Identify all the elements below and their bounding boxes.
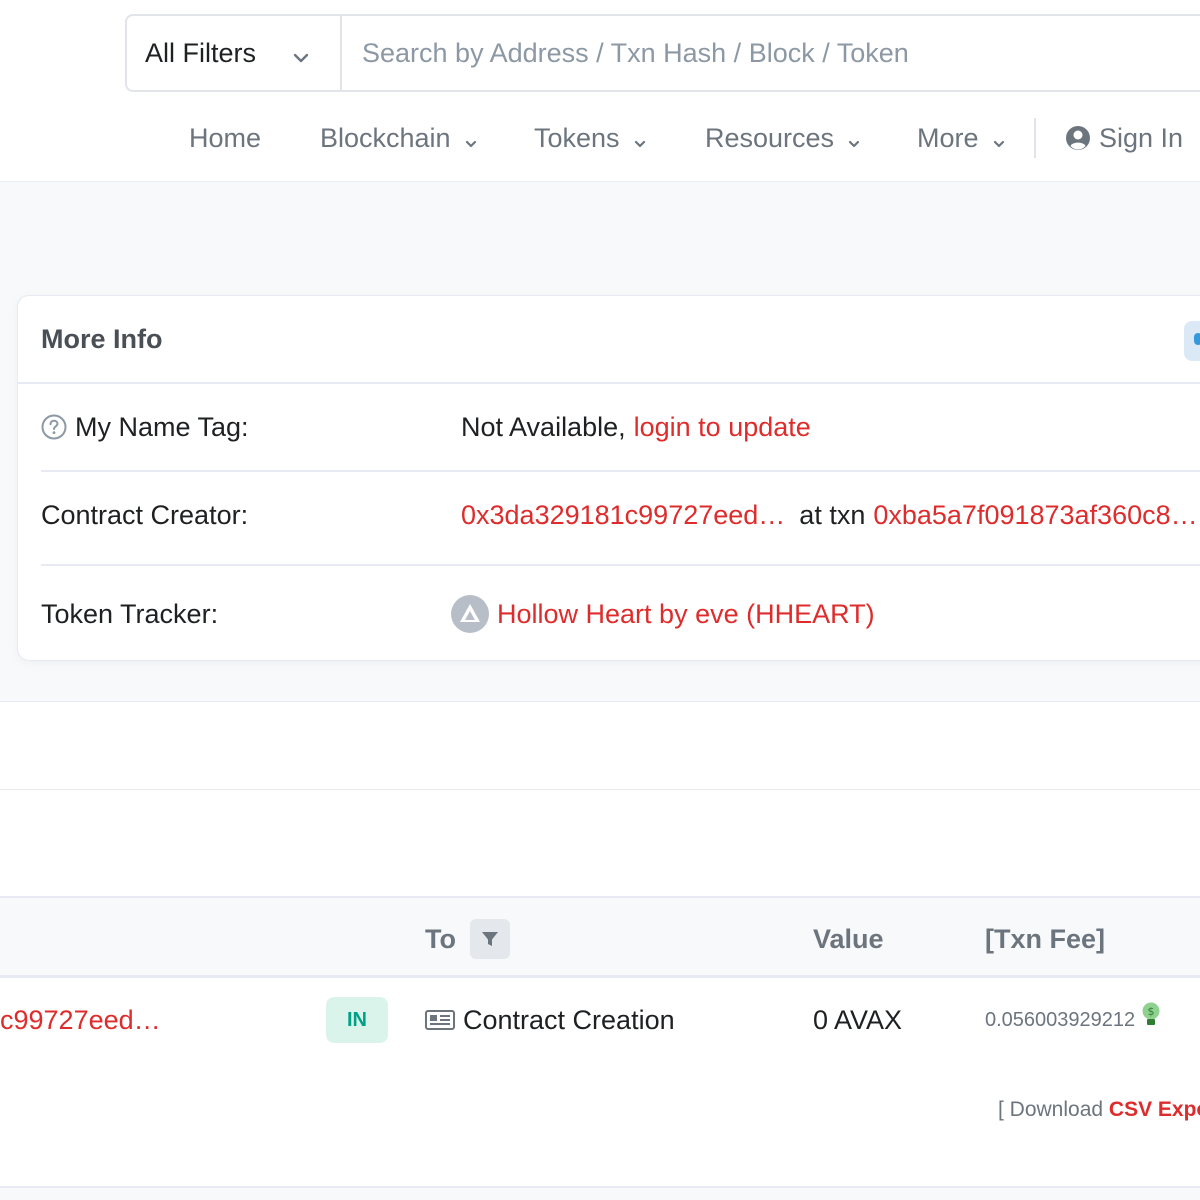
th-to: To	[425, 898, 510, 980]
name-tag-value-text: Not Available,	[461, 411, 626, 442]
th-to-label: To	[425, 923, 456, 954]
creator-address-link[interactable]: 0x3da329181c99727eed…	[461, 500, 785, 531]
content-band	[0, 701, 1200, 789]
nav-home-label: Home	[189, 122, 262, 153]
fee-text: 0.056003929212	[985, 1008, 1136, 1031]
chevron-down-icon	[465, 125, 477, 156]
token-tracker-label: Token Tracker:	[41, 598, 219, 629]
value-cell: 0 AVAX	[813, 1004, 903, 1035]
chevron-down-icon	[634, 125, 646, 156]
nav-tokens-label: Tokens	[534, 122, 620, 153]
token-tracker-value: Hollow Heart by eve (HHEART)	[451, 566, 875, 662]
edit-icon[interactable]	[1184, 321, 1200, 361]
direction-badge: IN	[326, 997, 388, 1043]
token-tracker-row: Token Tracker: Hollow Heart by eve (HHEA…	[41, 566, 1200, 662]
card-header: More Info	[18, 296, 1200, 384]
token-tracker-link[interactable]: Hollow Heart by eve (HHEART)	[497, 599, 875, 630]
th-fee: [Txn Fee]	[985, 923, 1106, 954]
filter-select[interactable]: All Filters	[127, 16, 342, 90]
login-to-update-link[interactable]: login to update	[634, 412, 811, 443]
nav-tokens[interactable]: Tokens	[534, 110, 646, 166]
creator-txn-link[interactable]: 0xba5a7f091873af360c8…	[873, 500, 1197, 531]
header: All Filters Home Blockchain Tokens Resou…	[0, 0, 1200, 182]
direction-cell: IN	[326, 978, 388, 1062]
content-band	[0, 789, 1200, 896]
name-tag-row: My Name Tag: Not Available, login to upd…	[41, 384, 1200, 470]
contract-creator-row: Contract Creator: 0x3da329181c99727eed… …	[41, 472, 1200, 564]
filter-icon[interactable]	[469, 919, 510, 959]
nav-blockchain[interactable]: Blockchain	[320, 110, 477, 166]
search-input[interactable]	[342, 16, 1200, 90]
to-cell: Contract Creation	[425, 978, 675, 1062]
chevron-down-icon	[848, 125, 860, 156]
filter-select-label: All Filters	[145, 37, 257, 68]
svg-text:$: $	[1148, 1005, 1155, 1018]
user-circle-icon	[1065, 125, 1091, 151]
more-info-card: More Info My Name Tag: Not Available, lo…	[17, 295, 1200, 661]
chevron-down-icon	[292, 41, 310, 72]
contract-icon	[425, 1009, 455, 1031]
sign-in-link[interactable]: Sign In	[1065, 110, 1183, 166]
download-prefix: [ Download	[998, 1098, 1104, 1121]
nav-blockchain-label: Blockchain	[320, 122, 451, 153]
name-tag-value: Not Available, login to update	[461, 384, 811, 470]
gas-bulb-icon[interactable]: $	[1141, 1001, 1161, 1029]
nav-more-label: More	[917, 122, 979, 153]
csv-export-link[interactable]: CSV Expo	[1109, 1098, 1200, 1121]
th-value: Value	[813, 923, 884, 954]
at-txn-text: at txn	[799, 499, 866, 530]
nav-home[interactable]: Home	[189, 110, 261, 166]
table-row: c99727eed… IN Contract Creation 0 AVAX 0…	[0, 978, 1200, 1062]
nav-more[interactable]: More	[917, 110, 1005, 166]
nav-resources-label: Resources	[705, 122, 835, 153]
from-address-link[interactable]: c99727eed…	[0, 978, 161, 1062]
nav-divider	[1034, 118, 1036, 158]
table-header: To Value [Txn Fee]	[0, 896, 1200, 978]
from-address-text: c99727eed…	[0, 1004, 161, 1035]
contract-creator-value: 0x3da329181c99727eed… at txn 0xba5a7f091…	[461, 472, 1198, 558]
nav-resources[interactable]: Resources	[705, 110, 860, 166]
to-text: Contract Creation	[463, 1004, 675, 1035]
name-tag-label-text: My Name Tag:	[75, 411, 249, 442]
sign-in-label: Sign In	[1099, 122, 1184, 153]
table-footer: [ Download CSV Expo	[0, 1062, 1200, 1188]
fee-cell: 0.056003929212 $	[985, 978, 1161, 1062]
download-csv: [ Download CSV Expo	[998, 1098, 1200, 1122]
card-title: More Info	[41, 323, 163, 354]
chevron-down-icon	[993, 125, 1005, 156]
token-logo-icon	[451, 595, 489, 633]
question-circle-icon[interactable]	[41, 414, 67, 440]
contract-creator-label: Contract Creator:	[41, 499, 249, 530]
name-tag-label: My Name Tag:	[41, 384, 249, 470]
main-nav: Home Blockchain Tokens Resources More Si…	[0, 110, 1200, 166]
search-bar: All Filters	[125, 14, 1200, 92]
